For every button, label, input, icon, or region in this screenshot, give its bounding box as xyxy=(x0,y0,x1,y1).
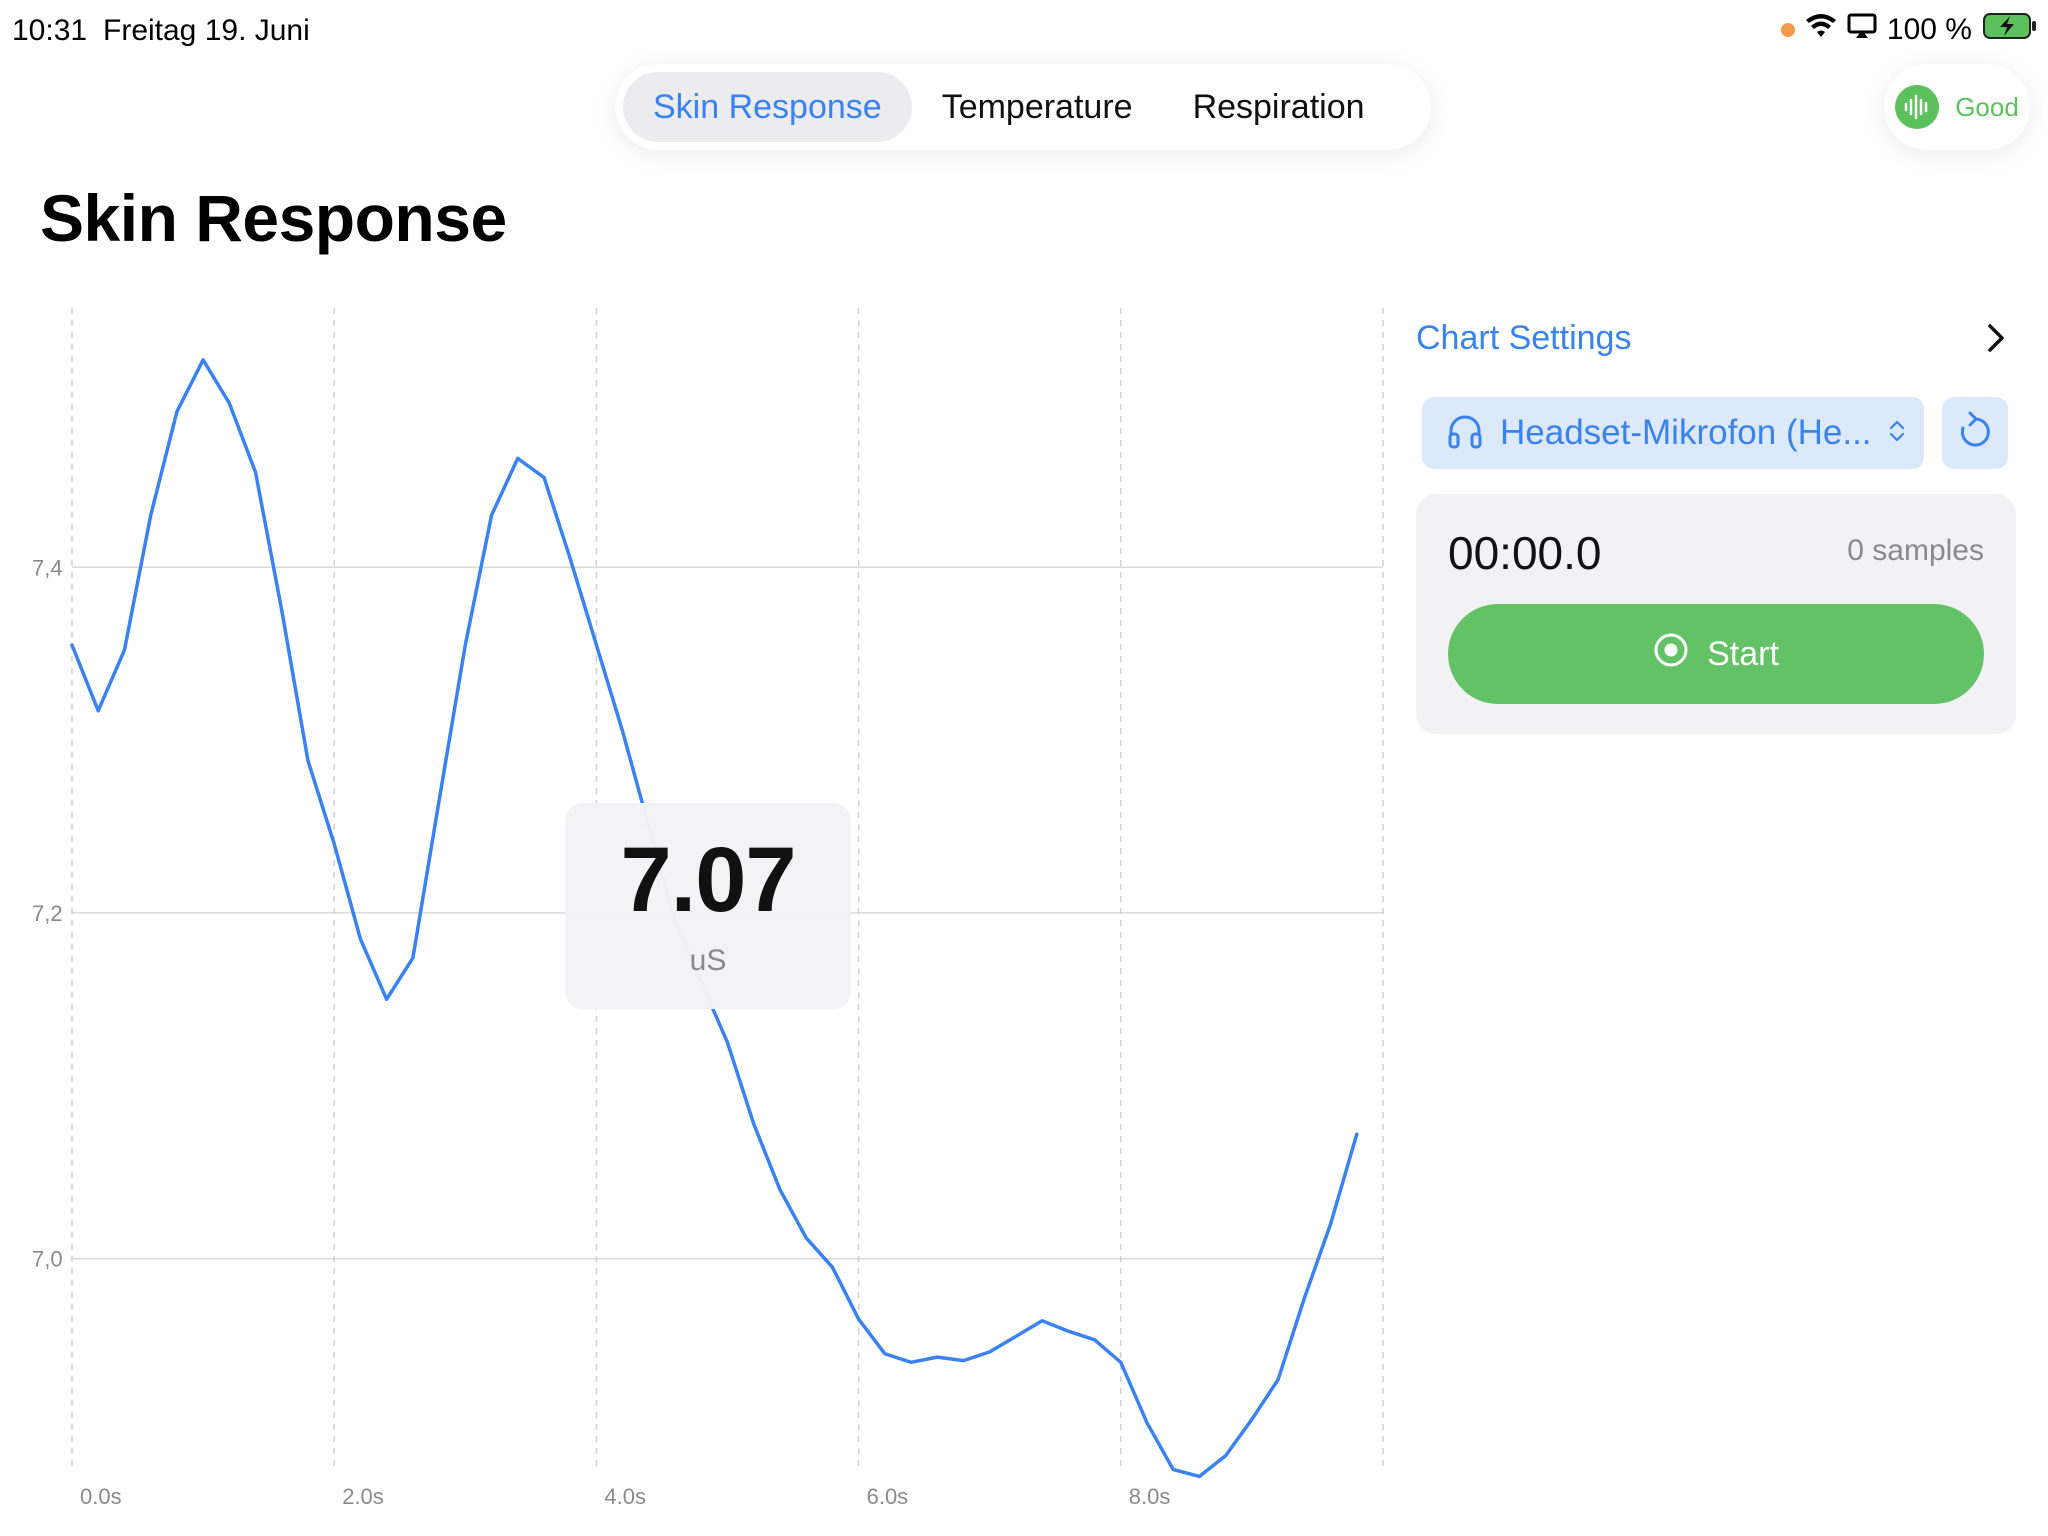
headphones-icon xyxy=(1446,412,1484,455)
recorder-card: 00:00.0 0 samples Start xyxy=(1416,494,2016,734)
app-screen: 10:31 Freitag 19. Juni 100 % Skin Respon… xyxy=(0,0,2048,1536)
start-recording-button[interactable]: Start xyxy=(1448,604,1984,704)
x-tick-label: 8.0s xyxy=(1129,1484,1171,1509)
microphone-in-use-dot xyxy=(1780,23,1795,37)
waveform-icon xyxy=(1895,85,1940,129)
status-indicators: 100 % xyxy=(1780,12,2038,48)
chevron-up-down-icon xyxy=(1888,418,1906,449)
chart-settings-row[interactable]: Chart Settings xyxy=(1416,310,2016,366)
battery-percentage: 100 % xyxy=(1886,13,1972,46)
y-tick-label: 7,0 xyxy=(32,1247,63,1272)
x-tick-label: 0.0s xyxy=(80,1484,122,1509)
refresh-icon xyxy=(1957,411,1993,456)
current-value: 7.07 xyxy=(620,829,796,931)
y-tick-label: 7,2 xyxy=(32,901,63,926)
device-picker-label: Headset-Mikrofon (He... xyxy=(1500,413,1872,452)
signal-quality-badge[interactable]: Good xyxy=(1884,64,2030,150)
status-date: Freitag 19. Juni xyxy=(103,14,310,47)
battery-charging-icon xyxy=(1982,12,2038,48)
mode-tabs: Skin Response Temperature Respiration xyxy=(615,64,1431,150)
chevron-right-icon xyxy=(1976,318,2016,358)
signal-quality-label: Good xyxy=(1955,91,2019,122)
sample-count: 0 samples xyxy=(1847,534,1984,567)
status-time: 10:31 xyxy=(12,14,88,47)
start-button-label: Start xyxy=(1707,634,1779,673)
status-bar: 10:31 Freitag 19. Juni 100 % xyxy=(0,0,2048,64)
current-value-card: 7.07 uS xyxy=(565,803,851,1009)
x-tick-label: 6.0s xyxy=(867,1484,909,1509)
screen-mirroring-icon xyxy=(1847,13,1877,47)
input-device-picker[interactable]: Headset-Mikrofon (He... xyxy=(1422,397,1924,469)
tab-skin-response[interactable]: Skin Response xyxy=(623,72,912,142)
recording-timer: 00:00.0 xyxy=(1448,527,1602,579)
chart-settings-label: Chart Settings xyxy=(1416,318,1632,357)
page-title: Skin Response xyxy=(40,181,507,255)
tab-respiration[interactable]: Respiration xyxy=(1163,72,1395,142)
y-tick-label: 7,4 xyxy=(32,555,63,580)
record-icon xyxy=(1653,632,1689,677)
x-tick-label: 2.0s xyxy=(342,1484,384,1509)
refresh-devices-button[interactable] xyxy=(1942,397,2008,469)
wifi-icon xyxy=(1805,13,1837,47)
x-tick-label: 4.0s xyxy=(604,1484,646,1509)
current-value-unit: uS xyxy=(689,944,727,977)
tab-temperature[interactable]: Temperature xyxy=(912,72,1163,142)
